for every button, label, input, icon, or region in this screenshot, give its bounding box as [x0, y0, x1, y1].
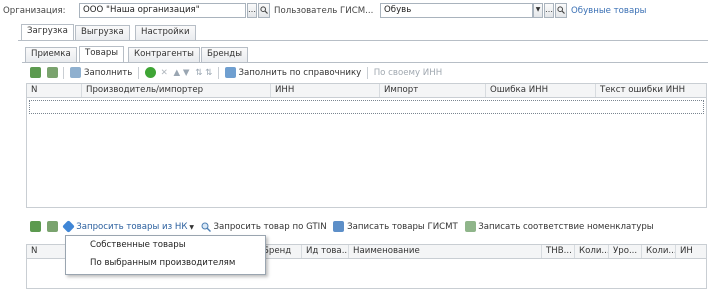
request-gtin-button[interactable]: Запросить товар по GTIN	[213, 222, 326, 232]
add-row-icon[interactable]	[30, 67, 41, 78]
column-header-level[interactable]: Уро...	[609, 245, 642, 258]
column-header-goods-id[interactable]: Ид това...	[302, 245, 349, 258]
copy-row-icon[interactable]	[46, 221, 58, 232]
match-icon	[464, 221, 476, 232]
column-header-import[interactable]: Импорт	[380, 84, 486, 97]
sub-tabs-line	[22, 62, 708, 63]
column-header-quantity-1[interactable]: Коли...	[575, 245, 609, 258]
toolbar-separator	[63, 66, 65, 79]
user-open-icon[interactable]	[555, 3, 567, 18]
organization-open-icon[interactable]	[258, 3, 270, 18]
request-nk-dropdown-menu: Собственные товары По выбранным производ…	[65, 235, 266, 275]
toolbar-separator	[138, 66, 140, 79]
sort-asc-icon[interactable]: ⇅	[195, 68, 202, 78]
sort-desc-icon[interactable]: ⇅	[205, 68, 212, 78]
move-up-icon[interactable]: ▲	[174, 68, 181, 78]
fill-by-reference-button[interactable]: Заполнить по справочнику	[239, 68, 362, 78]
column-header-inn-error-text[interactable]: Текст ошибки ИНН	[596, 84, 706, 97]
delete-icon[interactable]: ✕	[161, 68, 168, 78]
request-nk-goods-button[interactable]: Запросить товары из НК	[76, 222, 187, 232]
tab-brands[interactable]: Бренды	[201, 47, 248, 62]
request-diamond-icon	[62, 220, 76, 233]
move-down-icon[interactable]: ▼	[183, 68, 190, 78]
column-header-name[interactable]: Наименование	[349, 245, 542, 258]
column-header-inn-error[interactable]: Ошибка ИНН	[486, 84, 596, 97]
user-label: Пользователь ГИСМ...	[274, 6, 374, 16]
column-header-inn[interactable]: ИНН	[271, 84, 380, 97]
menu-item-by-selected-producers[interactable]: По выбранным производителям	[66, 254, 265, 272]
tab-goods[interactable]: Товары	[79, 46, 125, 62]
add-row-icon[interactable]	[30, 221, 41, 232]
menu-item-own-goods[interactable]: Собственные товары	[66, 236, 265, 254]
write-gismt-button[interactable]: Записать товары ГИСМТ	[347, 222, 458, 232]
producers-grid-header: N Производитель/импортер ИНН Импорт Ошиб…	[26, 83, 707, 98]
fill-button[interactable]: Заполнить	[84, 68, 132, 78]
organization-field[interactable]: ООО "Наша организация"	[79, 3, 246, 18]
user-field[interactable]: Обувь	[380, 3, 533, 18]
column-header-tnved[interactable]: ТНВ...	[542, 245, 575, 258]
column-header-quantity-2[interactable]: Коли...	[642, 245, 676, 258]
column-header-n[interactable]: N	[27, 84, 82, 97]
organization-label: Организация:	[3, 6, 66, 16]
column-header-inn[interactable]: ИН	[676, 245, 706, 258]
own-inn-button[interactable]: По своему ИНН	[374, 68, 442, 78]
tab-counterparties[interactable]: Контрагенты	[128, 47, 200, 62]
table-row-empty-selected[interactable]	[29, 100, 704, 114]
search-icon	[201, 222, 211, 232]
fill-icon	[70, 67, 82, 78]
user-select-button[interactable]: …	[544, 3, 554, 18]
toolbar-separator	[218, 66, 220, 79]
column-header-producer[interactable]: Производитель/импортер	[82, 84, 271, 97]
toolbar-producers: Заполнить ✕ ▲ ▼ ⇅ ⇅ Заполнить по справоч…	[30, 65, 442, 81]
copy-row-icon[interactable]	[46, 67, 58, 78]
organization-select-button[interactable]: …	[247, 3, 257, 18]
write-match-button[interactable]: Записать соответствие номенклатуры	[478, 222, 653, 232]
producers-grid-body[interactable]	[26, 98, 707, 208]
chevron-down-icon[interactable]: ▼	[533, 3, 543, 18]
column-header-n[interactable]: N	[27, 245, 69, 258]
tab-settings[interactable]: Настройки	[135, 25, 196, 40]
main-tabs-line	[18, 40, 708, 41]
save-disk-icon	[333, 221, 345, 232]
chevron-down-icon[interactable]: ▼	[187, 224, 194, 231]
tab-load[interactable]: Загрузка	[21, 24, 74, 40]
toolbar-goods: Запросить товары из НК ▼ Запросить товар…	[30, 219, 654, 235]
tab-upload[interactable]: Выгрузка	[75, 25, 130, 40]
reference-table-icon	[224, 67, 236, 78]
add-circle-icon[interactable]	[144, 67, 156, 78]
toolbar-separator	[366, 66, 368, 79]
tab-receipt[interactable]: Приемка	[25, 47, 77, 62]
shoe-goods-link[interactable]: Обувные товары	[571, 6, 646, 16]
